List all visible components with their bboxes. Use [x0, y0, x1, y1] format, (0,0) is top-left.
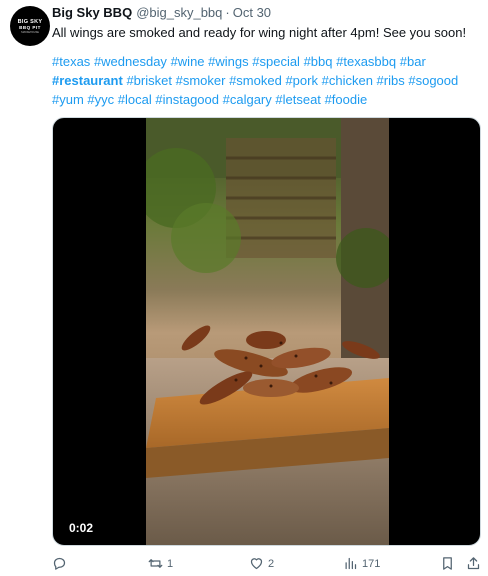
hashtag-link[interactable]: #ribs	[377, 73, 405, 88]
hashtag-link[interactable]: #yyc	[87, 92, 114, 107]
hashtag-list: #texas #wednesday #wine #wings #special …	[52, 52, 482, 109]
hashtag-link[interactable]: #bar	[400, 54, 426, 69]
like-icon	[250, 558, 263, 570]
hashtag-link[interactable]: #sogood	[408, 73, 458, 88]
tweet[interactable]: BIG SKY BBQ PIT SMOKEHOUSE Big Sky BBQ @…	[0, 0, 488, 576]
views-icon	[345, 557, 357, 570]
bookmark-icon	[443, 557, 452, 570]
hashtag-link[interactable]: #brisket	[126, 73, 172, 88]
hashtag-link[interactable]: #bbq	[304, 54, 333, 69]
views-count: 171	[362, 557, 381, 570]
hashtag-link[interactable]: #instagood	[155, 92, 219, 107]
hashtag-link[interactable]: #foodie	[325, 92, 368, 107]
hashtag-link[interactable]: #smoker	[176, 73, 226, 88]
tweet-text: All wings are smoked and ready for wing …	[52, 25, 467, 40]
retweet-count: 1	[167, 557, 174, 570]
reply-button[interactable]	[52, 556, 71, 571]
hashtag-link[interactable]: #special	[252, 54, 300, 69]
retweet-button[interactable]: 1	[148, 556, 173, 571]
hashtag-link[interactable]: #wine	[171, 54, 205, 69]
action-bar: 1 2 171	[52, 556, 484, 574]
hashtag-link[interactable]: #texas	[52, 54, 90, 69]
video-player[interactable]: 0:02	[52, 117, 481, 546]
retweet-icon	[148, 559, 163, 568]
hashtag-link[interactable]: #pork	[285, 73, 318, 88]
user-handle[interactable]: @big_sky_bbq	[136, 5, 222, 20]
display-name[interactable]: Big Sky BBQ	[52, 5, 132, 20]
hashtag-link[interactable]: #wednesday	[94, 54, 167, 69]
hashtag-link[interactable]: #chicken	[322, 73, 373, 88]
avatar-logo-line3: SMOKEHOUSE	[21, 30, 39, 34]
hashtag-link[interactable]: #yum	[52, 92, 84, 107]
views-button[interactable]: 171	[343, 556, 380, 571]
avatar[interactable]: BIG SKY BBQ PIT SMOKEHOUSE	[10, 6, 50, 46]
like-button[interactable]: 2	[249, 556, 274, 571]
hashtag-link[interactable]: #wings	[208, 54, 248, 69]
hashtag-link[interactable]: #smoked	[229, 73, 282, 88]
share-icon	[467, 557, 480, 570]
bookmark-button[interactable]	[440, 556, 455, 571]
tweet-header: Big Sky BBQ @big_sky_bbq · Oct 30	[52, 2, 484, 22]
separator: ·	[225, 4, 230, 20]
like-count: 2	[268, 557, 275, 570]
hashtag-link[interactable]: #texasbbq	[336, 54, 396, 69]
tweet-date[interactable]: Oct 30	[233, 5, 271, 20]
hashtag-link[interactable]: #local	[118, 92, 152, 107]
share-button[interactable]	[466, 556, 481, 571]
reply-icon	[53, 557, 66, 570]
hashtag-link[interactable]: #calgary	[223, 92, 272, 107]
video-frame	[146, 118, 389, 545]
tweet-body: Big Sky BBQ @big_sky_bbq · Oct 30 All wi…	[52, 2, 484, 109]
hashtag-link[interactable]: #letseat	[275, 92, 321, 107]
hashtag-link[interactable]: #restaurant	[52, 73, 123, 88]
video-timestamp: 0:02	[69, 521, 94, 535]
avatar-logo-line2: BBQ PIT	[19, 24, 41, 30]
